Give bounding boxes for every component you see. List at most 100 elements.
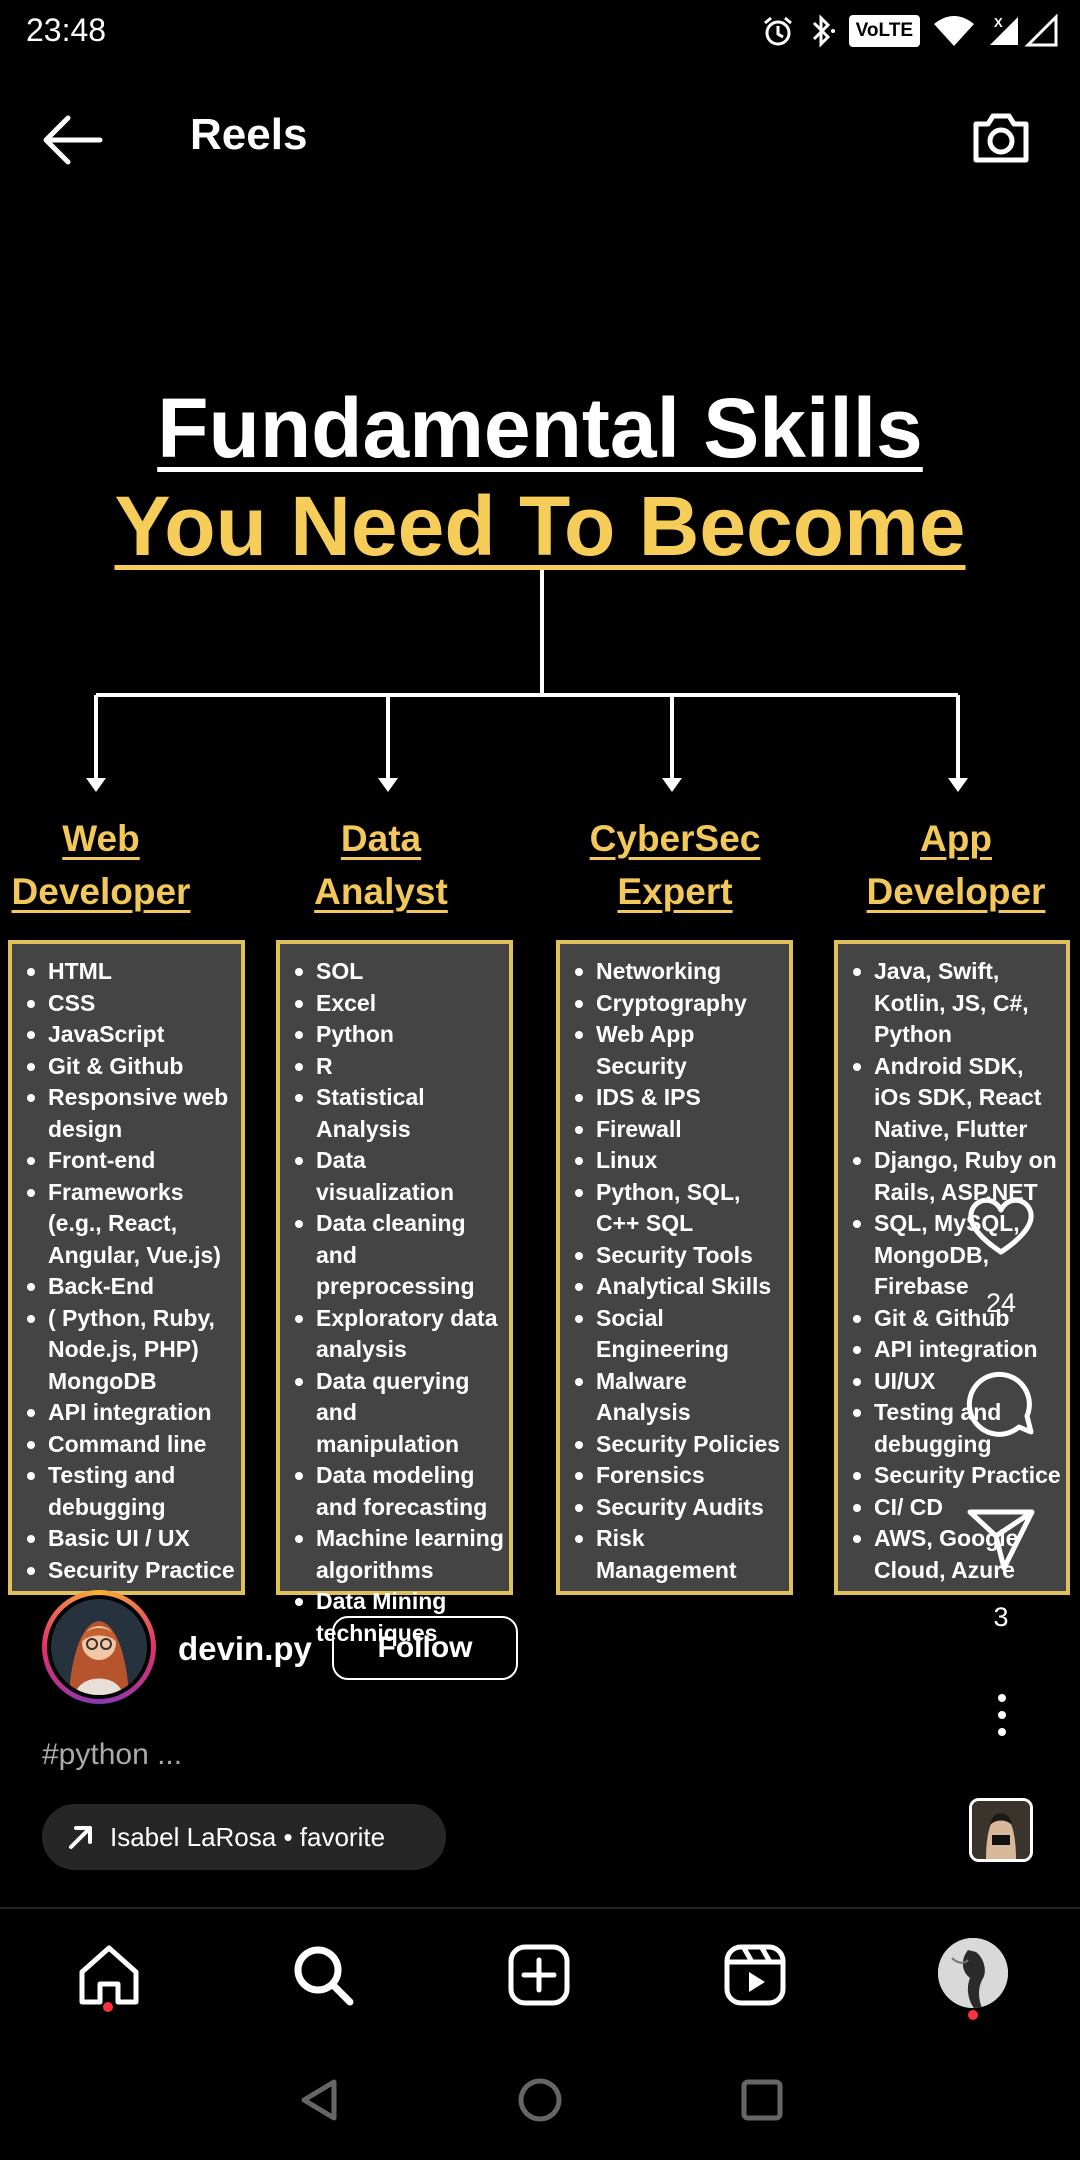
share-button[interactable] bbox=[964, 1504, 1038, 1574]
nav-search-button[interactable] bbox=[288, 1940, 358, 2010]
camera-icon bbox=[973, 113, 1029, 163]
audio-track-pill[interactable]: Isabel LaRosa • favorite bbox=[42, 1804, 446, 1870]
home-notification-dot bbox=[103, 2002, 113, 2012]
skill-item: Linux bbox=[566, 1145, 785, 1177]
share-count: 3 bbox=[993, 1602, 1009, 1632]
skill-item: IDS & IPS bbox=[566, 1082, 785, 1114]
reel-media[interactable]: Fundamental Skills You Need To Become We… bbox=[0, 380, 1080, 1646]
more-vertical-icon bbox=[998, 1694, 1006, 1736]
skill-item: API integration bbox=[844, 1334, 1062, 1366]
status-bar: 23:48 VoLTE X bbox=[0, 0, 1080, 62]
skill-item: JavaScript bbox=[18, 1019, 237, 1051]
skill-item: Python bbox=[286, 1019, 505, 1051]
skill-item: API integration bbox=[18, 1397, 237, 1429]
circle-home-icon bbox=[518, 2078, 562, 2122]
skill-item: Android SDK, iOs SDK, React Native, Flut… bbox=[844, 1051, 1062, 1146]
skill-item: Security Tools bbox=[566, 1240, 785, 1272]
wifi-icon bbox=[934, 16, 974, 46]
avatar-image bbox=[47, 1595, 151, 1699]
skills-box-web-developer: HTML CSS JavaScript Git & Github Respons… bbox=[8, 940, 245, 1595]
reel-title-line1: Fundamental Skills bbox=[157, 381, 923, 475]
comment-button[interactable] bbox=[964, 1366, 1038, 1440]
system-recents-button[interactable] bbox=[732, 2070, 792, 2130]
skill-item: R bbox=[286, 1051, 505, 1083]
back-button[interactable] bbox=[38, 110, 108, 170]
skill-item: Analytical Skills bbox=[566, 1271, 785, 1303]
skill-item: Security Practice bbox=[844, 1460, 1062, 1492]
status-time: 23:48 bbox=[26, 12, 107, 48]
skill-item: Statistical Analysis bbox=[286, 1082, 505, 1145]
like-button[interactable] bbox=[964, 1190, 1038, 1260]
column-title-cybersec-expert: CyberSec Expert bbox=[589, 818, 761, 912]
skill-item: Networking bbox=[566, 956, 785, 988]
skill-item: Cryptography bbox=[566, 988, 785, 1020]
reel-caption[interactable]: #python ... bbox=[42, 1738, 182, 1772]
skill-item: Security Practice bbox=[18, 1555, 237, 1587]
skill-item: Responsive web design bbox=[18, 1082, 237, 1145]
author-username[interactable]: devin.py bbox=[178, 1630, 312, 1668]
nav-reels-button[interactable] bbox=[720, 1940, 790, 2010]
alarm-icon bbox=[763, 16, 792, 46]
skill-item: ( Python, Ruby, Node.js, PHP) MongoDB bbox=[18, 1303, 237, 1398]
skill-item: HTML bbox=[18, 956, 237, 988]
home-icon bbox=[79, 1945, 139, 2005]
send-icon bbox=[967, 1509, 1035, 1571]
reel-title-line2: You Need To Become bbox=[114, 479, 966, 573]
skill-item: CSS bbox=[18, 988, 237, 1020]
skill-item: Data querying and manipulation bbox=[286, 1366, 505, 1461]
skill-item: Git & Github bbox=[18, 1051, 237, 1083]
skills-box-app-developer: Java, Swift, Kotlin, JS, C#, Python Andr… bbox=[834, 940, 1070, 1595]
square-recents-icon bbox=[741, 2079, 783, 2121]
nav-divider bbox=[0, 1907, 1080, 1909]
skills-box-data-analyst: SOL Excel Python R Statistical Analysis … bbox=[276, 940, 513, 1646]
column-title-web-developer: Web Developer bbox=[11, 818, 191, 912]
skill-item: SOL bbox=[286, 956, 505, 988]
create-icon bbox=[508, 1944, 570, 2006]
system-home-button[interactable] bbox=[510, 2070, 570, 2130]
connector-tree bbox=[86, 570, 968, 792]
heart-icon bbox=[968, 1197, 1034, 1255]
svg-text:X: X bbox=[994, 15, 1003, 30]
signal-icon: X bbox=[990, 13, 1058, 47]
audio-cover-image bbox=[972, 1801, 1030, 1859]
column-title-app-developer: App Developer bbox=[866, 818, 1046, 912]
nav-create-button[interactable] bbox=[504, 1940, 574, 2010]
skill-item: Frameworks (e.g., React, Angular, Vue.js… bbox=[18, 1177, 237, 1272]
skill-item: Social Engineering bbox=[566, 1303, 785, 1366]
skill-item: Risk Management bbox=[566, 1523, 785, 1586]
skill-item: Malware Analysis bbox=[566, 1366, 785, 1429]
skill-item: Basic UI / UX bbox=[18, 1523, 237, 1555]
nav-profile-avatar[interactable] bbox=[938, 1938, 1008, 2008]
trending-arrow-icon bbox=[69, 1826, 92, 1849]
skills-box-cybersec-expert: Networking Cryptography Web App Security… bbox=[556, 940, 793, 1595]
skill-item: Machine learning algorithms bbox=[286, 1523, 505, 1586]
skill-item: Testing and debugging bbox=[18, 1460, 237, 1523]
arrow-left-icon bbox=[43, 115, 103, 165]
audio-track-label: Isabel LaRosa • favorite bbox=[110, 1821, 386, 1852]
avatar-illustration bbox=[51, 1599, 147, 1695]
follow-button[interactable]: Follow bbox=[332, 1616, 518, 1680]
skill-item: Forensics bbox=[566, 1460, 785, 1492]
skill-item: Command line bbox=[18, 1429, 237, 1461]
skill-item: Exploratory data analysis bbox=[286, 1303, 505, 1366]
skill-item: Excel bbox=[286, 988, 505, 1020]
author-avatar[interactable] bbox=[42, 1590, 156, 1704]
skill-item: Security Audits bbox=[566, 1492, 785, 1524]
profile-avatar-image bbox=[938, 1938, 1008, 2008]
skill-item: Web App Security bbox=[566, 1019, 785, 1082]
audio-thumbnail[interactable] bbox=[969, 1798, 1033, 1862]
system-back-button[interactable] bbox=[290, 2070, 350, 2130]
like-count: 24 bbox=[985, 1288, 1017, 1318]
camera-button[interactable] bbox=[966, 102, 1036, 172]
status-icons: VoLTE X bbox=[761, 10, 1060, 52]
bluetooth-icon bbox=[812, 14, 835, 48]
nav-home-button[interactable] bbox=[74, 1940, 144, 2010]
column-title-data-analyst: Data Analyst bbox=[314, 818, 448, 912]
more-options-button[interactable] bbox=[984, 1690, 1020, 1740]
skill-item: Python, SQL, C++ SQL bbox=[566, 1177, 785, 1240]
reels-icon bbox=[724, 1944, 786, 2006]
page-title: Reels bbox=[190, 110, 308, 159]
skill-item: Front-end bbox=[18, 1145, 237, 1177]
skill-item: Firewall bbox=[566, 1114, 785, 1146]
profile-notification-dot bbox=[968, 2010, 978, 2020]
